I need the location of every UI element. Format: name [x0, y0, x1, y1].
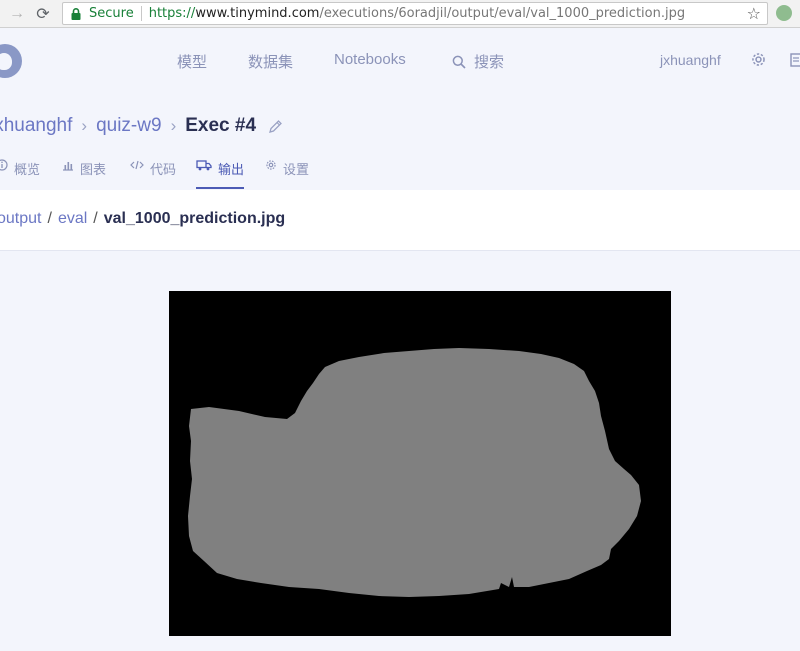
chevron-right-icon: ›	[81, 116, 88, 135]
path-segment-eval[interactable]: eval	[58, 210, 87, 227]
url-host: www.tinymind.com	[195, 6, 320, 21]
tab-output[interactable]: 输出	[196, 155, 245, 189]
gear-icon	[265, 159, 277, 171]
secure-label: Secure	[89, 6, 134, 21]
path-separator: /	[93, 210, 98, 227]
username[interactable]: jxhuanghf	[660, 52, 721, 68]
nav-datasets[interactable]: 数据集	[248, 51, 293, 72]
browser-toolbar: → ⟳ Secure https:// www.tinymind.com /ex…	[0, 0, 800, 28]
nav-notebooks[interactable]: Notebooks	[334, 51, 406, 68]
url-path: /executions/6oradjil/output/eval/val_100…	[319, 6, 686, 21]
breadcrumb: jxhuanghf › quiz-w9 › Exec #4	[0, 113, 283, 139]
address-bar[interactable]: Secure https:// www.tinymind.com /execut…	[62, 2, 768, 25]
lock-icon	[71, 7, 85, 20]
info-icon	[0, 159, 8, 171]
search-icon	[452, 55, 466, 73]
code-icon	[130, 159, 144, 171]
nav-search[interactable]: 搜索	[452, 51, 504, 73]
tab-output-label: 输出	[218, 162, 245, 177]
prediction-image	[169, 291, 671, 636]
url-scheme: https://	[148, 6, 196, 21]
omnibox-divider	[140, 6, 142, 21]
bookmark-star-icon[interactable]: ☆	[747, 4, 761, 23]
nav-models[interactable]: 模型	[177, 51, 207, 72]
tab-overview[interactable]: 概览	[0, 155, 40, 189]
settings-gear-icon[interactable]	[750, 51, 767, 73]
tab-settings-label: 设置	[283, 162, 310, 177]
app-header: 模型 数据集 Notebooks 搜索 jxhuanghf	[0, 28, 800, 90]
file-path-breadcrumb: output / eval / val_1000_prediction.jpg	[0, 210, 285, 228]
document-icon[interactable]	[790, 53, 800, 72]
extension-icon[interactable]	[776, 5, 792, 21]
segmentation-mask-image	[169, 291, 671, 636]
tab-settings[interactable]: 设置	[265, 155, 309, 189]
path-segment-output[interactable]: output	[0, 210, 41, 227]
breadcrumb-user[interactable]: jxhuanghf	[0, 115, 72, 137]
truck-icon	[196, 159, 212, 171]
tab-code[interactable]: 代码	[130, 155, 176, 189]
tab-charts-label: 图表	[80, 162, 107, 177]
nav-search-label: 搜索	[474, 54, 505, 71]
tab-overview-label: 概览	[14, 162, 41, 177]
page-title: Exec #4	[185, 115, 257, 136]
reload-icon[interactable]: ⟳	[32, 3, 54, 25]
breadcrumb-project[interactable]: quiz-w9	[96, 115, 161, 137]
file-path-panel: output / eval / val_1000_prediction.jpg	[0, 190, 800, 251]
tab-charts[interactable]: 图表	[62, 155, 106, 189]
logo-icon[interactable]	[0, 44, 22, 78]
bar-chart-icon	[62, 159, 74, 171]
forward-icon[interactable]: →	[6, 3, 28, 25]
edit-pencil-icon[interactable]	[268, 119, 283, 134]
chevron-right-icon: ›	[170, 116, 177, 135]
tab-code-label: 代码	[150, 162, 177, 177]
file-name: val_1000_prediction.jpg	[103, 210, 286, 227]
path-separator: /	[47, 210, 52, 227]
